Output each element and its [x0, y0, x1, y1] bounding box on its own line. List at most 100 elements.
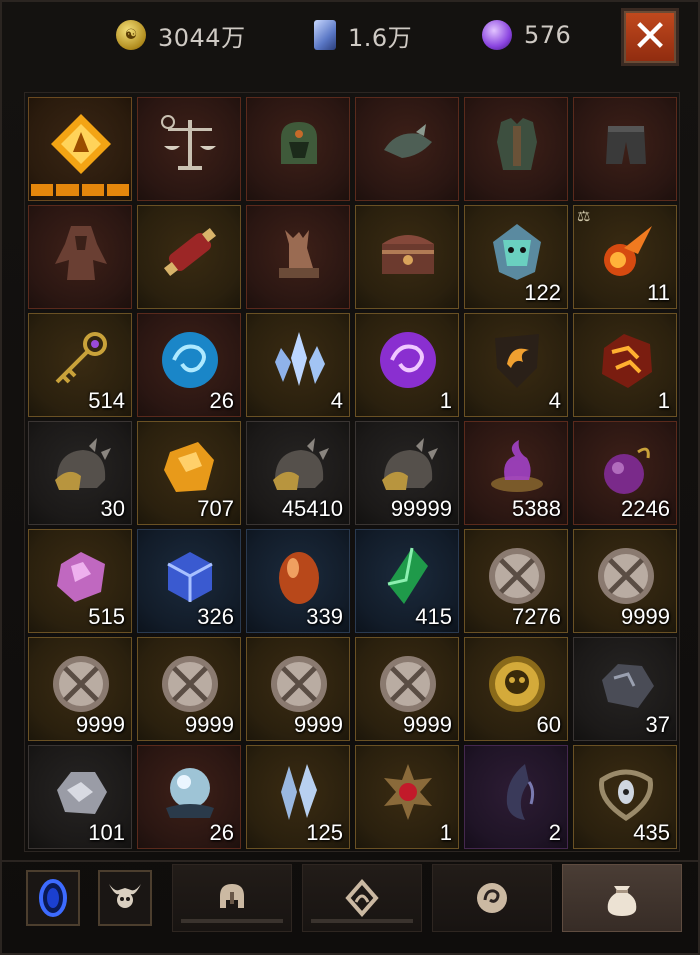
item-quantity: 1: [657, 388, 670, 413]
inventory-slot[interactable]: 45410: [246, 421, 350, 525]
inventory-slot[interactable]: 435: [573, 745, 677, 849]
inventory-slot[interactable]: 26: [137, 313, 241, 417]
iron-ore-icon: [594, 652, 658, 716]
inventory-slot[interactable]: [137, 205, 241, 309]
filter-skull-button[interactable]: [98, 870, 152, 926]
helmet-icon: [267, 112, 331, 176]
tab-bag[interactable]: [562, 864, 682, 932]
green-crystal-icon: [376, 544, 440, 608]
inventory-slot[interactable]: [464, 97, 568, 201]
treant-costume-icon: [49, 220, 113, 284]
inventory-slot[interactable]: 4: [464, 313, 568, 417]
item-quantity: 707: [197, 496, 234, 521]
inventory-slot[interactable]: 26: [137, 745, 241, 849]
inventory-slot[interactable]: 101: [28, 745, 132, 849]
dragon-egg-icon: [267, 544, 331, 608]
silver-ore-icon: [49, 760, 113, 824]
ice-crystal-icon: [267, 328, 331, 392]
inventory-slot[interactable]: [355, 205, 459, 309]
inventory-slot[interactable]: 9999: [246, 637, 350, 741]
item-quantity: 4: [548, 388, 561, 413]
tab-materials[interactable]: [302, 864, 422, 932]
inventory-slot[interactable]: 326: [137, 529, 241, 633]
item-quantity: 122: [524, 280, 561, 305]
close-icon: ✕: [631, 11, 669, 62]
gold-amount: 3044万: [158, 23, 246, 52]
inventory-slot[interactable]: 707: [137, 421, 241, 525]
inventory-slot[interactable]: 7276: [464, 529, 568, 633]
item-quantity: 9999: [76, 712, 125, 737]
inventory-slot[interactable]: ⚖ 11: [573, 205, 677, 309]
inventory-slot[interactable]: 1: [355, 745, 459, 849]
swirl-tab-icon: [477, 883, 507, 913]
gold-helmet-icon: [376, 436, 440, 500]
inventory-slot[interactable]: 30: [28, 421, 132, 525]
inventory-slot[interactable]: 1: [573, 313, 677, 417]
inventory-slot[interactable]: 1: [355, 313, 459, 417]
inventory-slot[interactable]: [246, 97, 350, 201]
inventory-slot[interactable]: 99999: [355, 421, 459, 525]
item-quantity: 5388: [512, 496, 561, 521]
item-quantity: 9999: [621, 604, 670, 629]
close-button[interactable]: ✕: [621, 8, 679, 66]
inventory-grid: 122 ⚖ 11 514 26 4 1 4 1 30 707 45410 99999 5388 2246 51…: [28, 97, 678, 849]
crossed-swords-medal-icon: [594, 544, 658, 608]
inventory-slot[interactable]: [28, 205, 132, 309]
item-quantity: 326: [197, 604, 234, 629]
item-quantity: 435: [633, 820, 670, 845]
inventory-slot[interactable]: 339: [246, 529, 350, 633]
inventory-slot[interactable]: 60: [464, 637, 568, 741]
gold-currency: ☯ 3044万: [116, 18, 246, 52]
demon-mask-icon: [485, 220, 549, 284]
bag-tab-icon: [607, 886, 637, 916]
helmet-tab-icon: [220, 884, 244, 908]
orb-currency: 576: [482, 18, 571, 52]
purple-vortex-icon: [376, 328, 440, 392]
tab-equipment[interactable]: [172, 864, 292, 932]
inventory-slot[interactable]: [355, 97, 459, 201]
inventory-slot[interactable]: 9999: [137, 637, 241, 741]
card-currency: 1.6万: [314, 18, 412, 52]
item-quantity: 515: [88, 604, 125, 629]
dark-claw-icon: [485, 760, 549, 824]
wolf-statue-icon: [267, 220, 331, 284]
pants-icon: [594, 112, 658, 176]
gold-helmet-icon: [49, 436, 113, 500]
crossed-swords-medal-icon: [158, 652, 222, 716]
inventory-slot[interactable]: [246, 205, 350, 309]
inventory-slot[interactable]: 415: [355, 529, 459, 633]
inventory-slot[interactable]: 9999: [355, 637, 459, 741]
inventory-slot[interactable]: 122: [464, 205, 568, 309]
item-quantity: 9999: [403, 712, 452, 737]
eye-rune-icon: [594, 760, 658, 824]
blue-vortex-icon: [158, 328, 222, 392]
crossed-swords-medal-icon: [267, 652, 331, 716]
item-quantity: 101: [88, 820, 125, 845]
inventory-slot[interactable]: 125: [246, 745, 350, 849]
filter-portal-button[interactable]: [26, 870, 80, 926]
red-gem-amulet-icon: [376, 760, 440, 824]
tab-underline: [311, 919, 413, 923]
inventory-slot[interactable]: [573, 97, 677, 201]
inventory-slot[interactable]: [28, 97, 132, 201]
item-quantity: 37: [645, 712, 670, 737]
inventory-slot[interactable]: 37: [573, 637, 677, 741]
item-quantity: 11: [647, 280, 670, 305]
inventory-slot[interactable]: 514: [28, 313, 132, 417]
inventory-slot[interactable]: 9999: [573, 529, 677, 633]
item-quantity: 2: [548, 820, 561, 845]
scroll-icon: [158, 220, 222, 284]
crossed-swords-medal-icon: [376, 652, 440, 716]
item-quantity: 30: [100, 496, 125, 521]
inventory-slot[interactable]: 2: [464, 745, 568, 849]
inventory-slot[interactable]: 515: [28, 529, 132, 633]
amber-ore-icon: [158, 436, 222, 500]
inventory-slot[interactable]: 9999: [28, 637, 132, 741]
inventory-slot[interactable]: 4: [246, 313, 350, 417]
scales-icon: [158, 112, 222, 176]
inventory-slot[interactable]: [137, 97, 241, 201]
tab-misc[interactable]: [432, 864, 552, 932]
inventory-slot[interactable]: 2246: [573, 421, 677, 525]
rune-tab-icon: [345, 878, 379, 918]
inventory-slot[interactable]: 5388: [464, 421, 568, 525]
